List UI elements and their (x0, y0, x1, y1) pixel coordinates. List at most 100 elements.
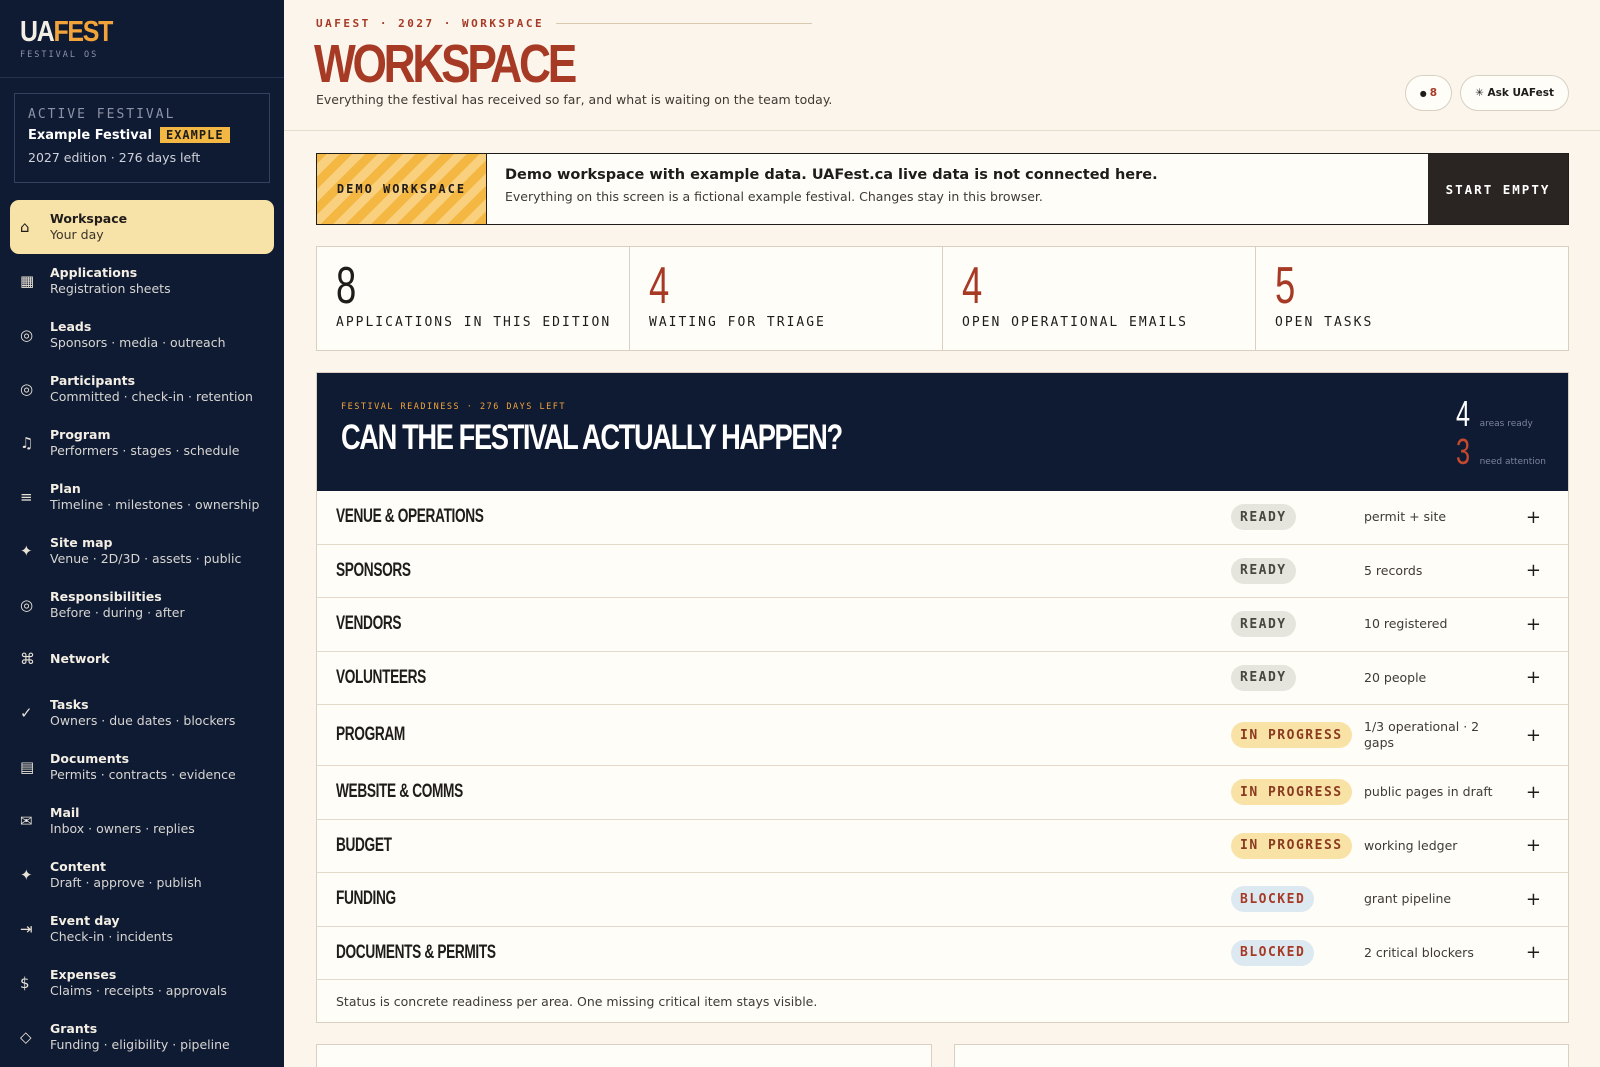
readiness-row[interactable]: Vendors READY 10 registered + (317, 598, 1568, 652)
sidebar-item-mail[interactable]: ✉ Mail Inbox · owners · replies (10, 794, 274, 848)
readiness-row[interactable]: Budget IN PROGRESS working ledger + (317, 820, 1568, 873)
sidebar-item-label: Content (50, 859, 106, 874)
sidebar-item-documents[interactable]: ▤ Documents Permits · contracts · evidence (10, 740, 274, 794)
breadcrumb-text: UAFEST · 2027 · WORKSPACE (316, 17, 545, 30)
sidebar-item-tasks[interactable]: ✓ Tasks Owners · due dates · blockers (10, 686, 274, 740)
stat-card[interactable]: 8 APPLICATIONS IN THIS EDITION (317, 247, 630, 350)
area-note: public pages in draft (1364, 784, 1493, 800)
readiness-counts: 4 areas ready 3 need attention (1455, 393, 1546, 472)
sidebar-item-expenses[interactable]: $ Expenses Claims · receipts · approvals (10, 956, 274, 1010)
sidebar-item-subtitle: Check-in · incidents (50, 929, 173, 944)
demo-banner-title: Demo workspace with example data. UAFest… (505, 167, 1158, 183)
stat-label: OPEN TASKS (1275, 315, 1374, 330)
sidebar-item-subtitle: Inbox · owners · replies (50, 821, 195, 836)
sidebar-item-subtitle: Venue · 2D/3D · assets · public (50, 551, 242, 566)
area-name: Vendors (336, 613, 402, 635)
readiness-row[interactable]: Sponsors READY 5 records + (317, 545, 1568, 598)
sidebar-item-text: Leads Sponsors · media · outreach (50, 319, 226, 351)
sidebar-item-responsibilities[interactable]: ◎ Responsibilities Before · during · after (10, 578, 274, 632)
stat-value: 5 (1275, 257, 1296, 315)
page-header: UAFEST · 2027 · WORKSPACE WORKSPACE Ever… (284, 0, 1600, 131)
sidebar-item-workspace[interactable]: ⌂ Workspace Your day (10, 200, 274, 254)
page-subtitle: Everything the festival has received so … (316, 92, 833, 107)
home-icon: ⌂ (20, 218, 30, 236)
area-note: 20 people (1364, 669, 1427, 685)
sidebar-item-label: Workspace (50, 211, 128, 226)
sidebar: UAFEST FESTIVAL OS ACTIVE FESTIVAL Examp… (0, 0, 284, 1067)
areas-ready-count: 4 (1455, 393, 1470, 434)
sidebar-item-subtitle: Claims · receipts · approvals (50, 983, 227, 998)
bottom-card-left (316, 1044, 932, 1067)
expand-plus-icon[interactable]: + (1526, 835, 1541, 856)
status-badge: BLOCKED (1231, 939, 1315, 966)
brand-logo[interactable]: UAFEST (20, 16, 113, 48)
area-note: working ledger (1364, 837, 1458, 853)
expand-plus-icon[interactable]: + (1526, 782, 1541, 803)
sidebar-item-grants[interactable]: ◇ Grants Funding · eligibility · pipeline (10, 1010, 274, 1064)
target-icon: ◎ (20, 326, 34, 344)
sidebar-item-label: Tasks (50, 697, 89, 712)
stat-label: OPEN OPERATIONAL EMAILS (962, 315, 1189, 330)
document-icon: ▤ (20, 758, 35, 776)
sidebar-item-text: Plan Timeline · milestones · ownership (50, 481, 259, 513)
sidebar-item-site-map[interactable]: ✦ Site map Venue · 2D/3D · assets · public (10, 524, 274, 578)
sidebar-item-content[interactable]: ✦ Content Draft · approve · publish (10, 848, 274, 902)
area-name: Volunteers (336, 666, 426, 688)
stat-card[interactable]: 4 WAITING FOR TRIAGE (630, 247, 943, 350)
readiness-row[interactable]: Volunteers READY 20 people + (317, 652, 1568, 705)
sidebar-item-applications[interactable]: ▦ Applications Registration sheets (10, 254, 274, 308)
diamond-icon: ◇ (20, 1028, 32, 1046)
status-badge: READY (1231, 611, 1296, 638)
sidebar-item-text: Content Draft · approve · publish (50, 859, 202, 891)
readiness-row[interactable]: Website & Comms IN PROGRESS public pages i… (317, 766, 1568, 820)
notification-count: 8 (1429, 87, 1438, 99)
readiness-row[interactable]: Documents & Permits BLOCKED 2 critical blo… (317, 927, 1568, 980)
expand-plus-icon[interactable]: + (1526, 507, 1541, 528)
sidebar-item-network[interactable]: ⌘ Network (10, 632, 274, 686)
demo-workspace-tag: DEMO WORKSPACE (317, 154, 487, 224)
readiness-header: FESTIVAL READINESS · 276 DAYS LEFT CAN T… (317, 373, 1568, 491)
status-badge: READY (1231, 504, 1296, 531)
sidebar-item-subtitle: Draft · approve · publish (50, 875, 202, 890)
bottom-cards (316, 1044, 1569, 1067)
notification-dot-icon: ● (1419, 88, 1427, 98)
stat-card[interactable]: 4 OPEN OPERATIONAL EMAILS (943, 247, 1256, 350)
active-festival-card[interactable]: ACTIVE FESTIVAL Example Festival EXAMPLE… (14, 93, 270, 183)
ask-uafest-button[interactable]: ✳ Ask UAFest (1460, 75, 1569, 111)
readiness-row[interactable]: Funding BLOCKED grant pipeline + (317, 873, 1568, 927)
notifications-button[interactable]: ● 8 (1404, 75, 1453, 111)
expand-plus-icon[interactable]: + (1526, 942, 1541, 963)
logo-part-fest: FEST (53, 16, 113, 48)
target-icon: ◎ (20, 596, 34, 614)
breadcrumb-rule (556, 23, 813, 24)
sidebar-item-subtitle: Timeline · milestones · ownership (50, 497, 260, 512)
expand-plus-icon[interactable]: + (1526, 667, 1541, 688)
sidebar-item-participants[interactable]: ◎ Participants Committed · check-in · rete… (10, 362, 274, 416)
demo-banner: DEMO WORKSPACE Demo workspace with examp… (316, 153, 1569, 225)
sidebar-item-text: Applications Registration sheets (50, 265, 171, 297)
stat-card[interactable]: 5 OPEN TASKS (1256, 247, 1568, 350)
command-icon: ⌘ (20, 650, 35, 668)
sidebar-item-text: Participants Committed · check-in · reten… (50, 373, 253, 405)
stat-label: APPLICATIONS IN THIS EDITION (336, 315, 612, 330)
expand-plus-icon[interactable]: + (1526, 614, 1541, 635)
readiness-row[interactable]: Program IN PROGRESS 1/3 operational · 2 ga… (317, 705, 1568, 766)
sidebar-item-leads[interactable]: ◎ Leads Sponsors · media · outreach (10, 308, 274, 362)
sidebar-item-subtitle: Owners · due dates · blockers (50, 713, 236, 728)
readiness-area-list: Venue & Operations READY permit + site + Spo… (317, 491, 1568, 980)
start-empty-button[interactable]: START EMPTY (1428, 154, 1568, 224)
sidebar-item-program[interactable]: ♫ Program Performers · stages · schedule (10, 416, 274, 470)
sidebar-item-label: Event day (50, 913, 120, 928)
sidebar-item-text: Mail Inbox · owners · replies (50, 805, 195, 837)
readiness-row[interactable]: Venue & Operations READY permit + site + (317, 491, 1568, 545)
sidebar-item-label: Site map (50, 535, 113, 550)
expand-plus-icon[interactable]: + (1526, 560, 1541, 581)
festival-meta: 2027 edition · 276 days left (28, 150, 201, 165)
sidebar-item-event-day[interactable]: ⇥ Event day Check-in · incidents (10, 902, 274, 956)
stat-label: WAITING FOR TRIAGE (649, 315, 826, 330)
expand-plus-icon[interactable]: + (1526, 725, 1541, 746)
page-title: WORKSPACE (314, 34, 577, 94)
expand-plus-icon[interactable]: + (1526, 889, 1541, 910)
target-icon: ◎ (20, 380, 34, 398)
sidebar-item-plan[interactable]: ≡ Plan Timeline · milestones · ownership (10, 470, 274, 524)
